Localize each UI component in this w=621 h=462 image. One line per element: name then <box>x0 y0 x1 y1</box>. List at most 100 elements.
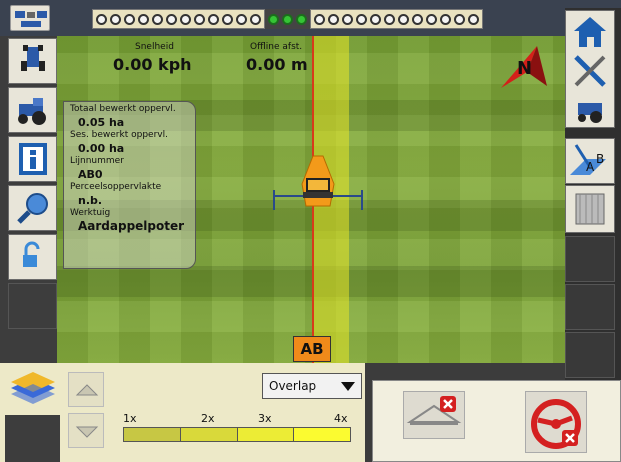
led-off <box>124 13 135 25</box>
led-off <box>152 13 163 25</box>
vehicle-setup-button[interactable] <box>8 38 57 84</box>
sprayer-icon <box>575 193 605 225</box>
zoom-button[interactable] <box>8 185 57 231</box>
layers-button[interactable] <box>5 368 60 410</box>
led-off <box>342 13 353 25</box>
machine-button[interactable] <box>566 91 614 127</box>
led-off <box>468 13 479 25</box>
guidance-panel <box>372 380 621 462</box>
led-off <box>250 13 261 25</box>
layers-icon <box>11 372 55 404</box>
led-off <box>384 13 395 25</box>
section-control-toggle[interactable] <box>403 391 465 439</box>
svg-text:A: A <box>586 160 595 174</box>
info-value: n.b. <box>78 194 103 207</box>
ab-line-marker: AB <box>293 336 331 362</box>
arrow-up-icon <box>75 384 99 396</box>
overlap-legend <box>123 427 351 442</box>
map-layer-select[interactable]: Overlap <box>262 373 362 399</box>
info-value: Aardappelpoter <box>78 219 185 233</box>
legend-segment <box>294 428 350 441</box>
scroll-down-button[interactable] <box>68 413 104 448</box>
satellite-icon <box>15 11 47 27</box>
info-value: 0.00 ha <box>78 142 125 155</box>
info-button[interactable] <box>8 136 57 182</box>
empty-slot <box>8 283 57 329</box>
lock-button[interactable] <box>8 234 57 280</box>
led-off <box>314 13 325 25</box>
chevron-down-icon <box>341 382 355 391</box>
tractor-side-icon <box>18 98 46 125</box>
scroll-up-button[interactable] <box>68 372 104 407</box>
svg-text:B: B <box>596 152 604 166</box>
info-label: Werktuig <box>70 208 111 218</box>
led-on <box>268 13 279 25</box>
info-value: AB0 <box>78 168 103 181</box>
legend-segment <box>180 428 238 441</box>
led-on <box>296 13 307 25</box>
home-button[interactable] <box>566 11 614 51</box>
map-layer-select-value: Overlap <box>269 379 317 393</box>
info-icon <box>19 143 47 175</box>
empty-slot <box>5 415 60 462</box>
menu-stack <box>565 10 615 128</box>
top-bar <box>0 0 621 36</box>
info-label: Ses. bewerkt oppervl. <box>70 130 168 140</box>
legend-segment <box>124 428 181 441</box>
offline-value: 0.00 m <box>246 55 308 74</box>
tractor-icon <box>273 155 363 210</box>
info-panel: Totaal bewerkt oppervl. 0.05 ha Ses. bew… <box>63 101 196 269</box>
lightbar <box>92 9 510 29</box>
gps-button[interactable] <box>10 5 50 31</box>
left-sidebar <box>0 36 57 363</box>
lightbar-right <box>310 9 483 29</box>
led-off <box>180 13 191 25</box>
led-off <box>440 13 451 25</box>
speed-label: Snelheid <box>135 42 174 52</box>
led-off <box>110 13 121 25</box>
led-off <box>236 13 247 25</box>
led-off <box>356 13 367 25</box>
unlock-icon <box>23 241 40 267</box>
led-on <box>282 13 293 25</box>
ab-line-icon: A B <box>570 144 606 175</box>
compass-label: N <box>517 58 532 79</box>
tractor-gear-icon <box>578 103 602 123</box>
settings-button[interactable] <box>566 51 614 91</box>
speed-value: 0.00 kph <box>113 55 192 74</box>
scale-label: 2x <box>201 412 215 425</box>
lightbar-left <box>92 9 265 29</box>
led-off <box>96 13 107 25</box>
home-icon <box>574 17 606 47</box>
led-off <box>370 13 381 25</box>
right-sidebar: A B <box>565 8 621 380</box>
led-off <box>166 13 177 25</box>
empty-slot <box>565 332 615 378</box>
scale-label: 4x <box>334 412 348 425</box>
tools-icon <box>574 55 606 87</box>
ab-line-button[interactable]: A B <box>565 138 615 184</box>
sections-off-icon <box>406 396 462 425</box>
autosteer-toggle[interactable] <box>525 391 587 453</box>
app-screen: Snelheid 0.00 kph Offline afst. 0.00 m N… <box>0 0 621 462</box>
led-off <box>398 13 409 25</box>
section-control-button[interactable] <box>565 185 615 233</box>
arrow-down-icon <box>75 426 99 438</box>
scale-label: 3x <box>258 412 272 425</box>
info-label: Lijnnummer <box>70 156 124 166</box>
led-off <box>454 13 465 25</box>
led-off <box>194 13 205 25</box>
scale-label: 1x <box>123 412 137 425</box>
legend-segment <box>237 428 295 441</box>
compass-icon[interactable]: N <box>497 46 547 92</box>
steering-wheel-off-icon <box>531 399 581 449</box>
implement-button[interactable] <box>8 87 57 133</box>
tractor-top-icon <box>21 45 45 71</box>
led-off <box>328 13 339 25</box>
led-off <box>412 13 423 25</box>
led-off <box>426 13 437 25</box>
info-label: Perceelsoppervlakte <box>70 182 162 192</box>
info-value: 0.05 ha <box>78 116 125 129</box>
led-off <box>222 13 233 25</box>
empty-slot <box>565 284 615 330</box>
